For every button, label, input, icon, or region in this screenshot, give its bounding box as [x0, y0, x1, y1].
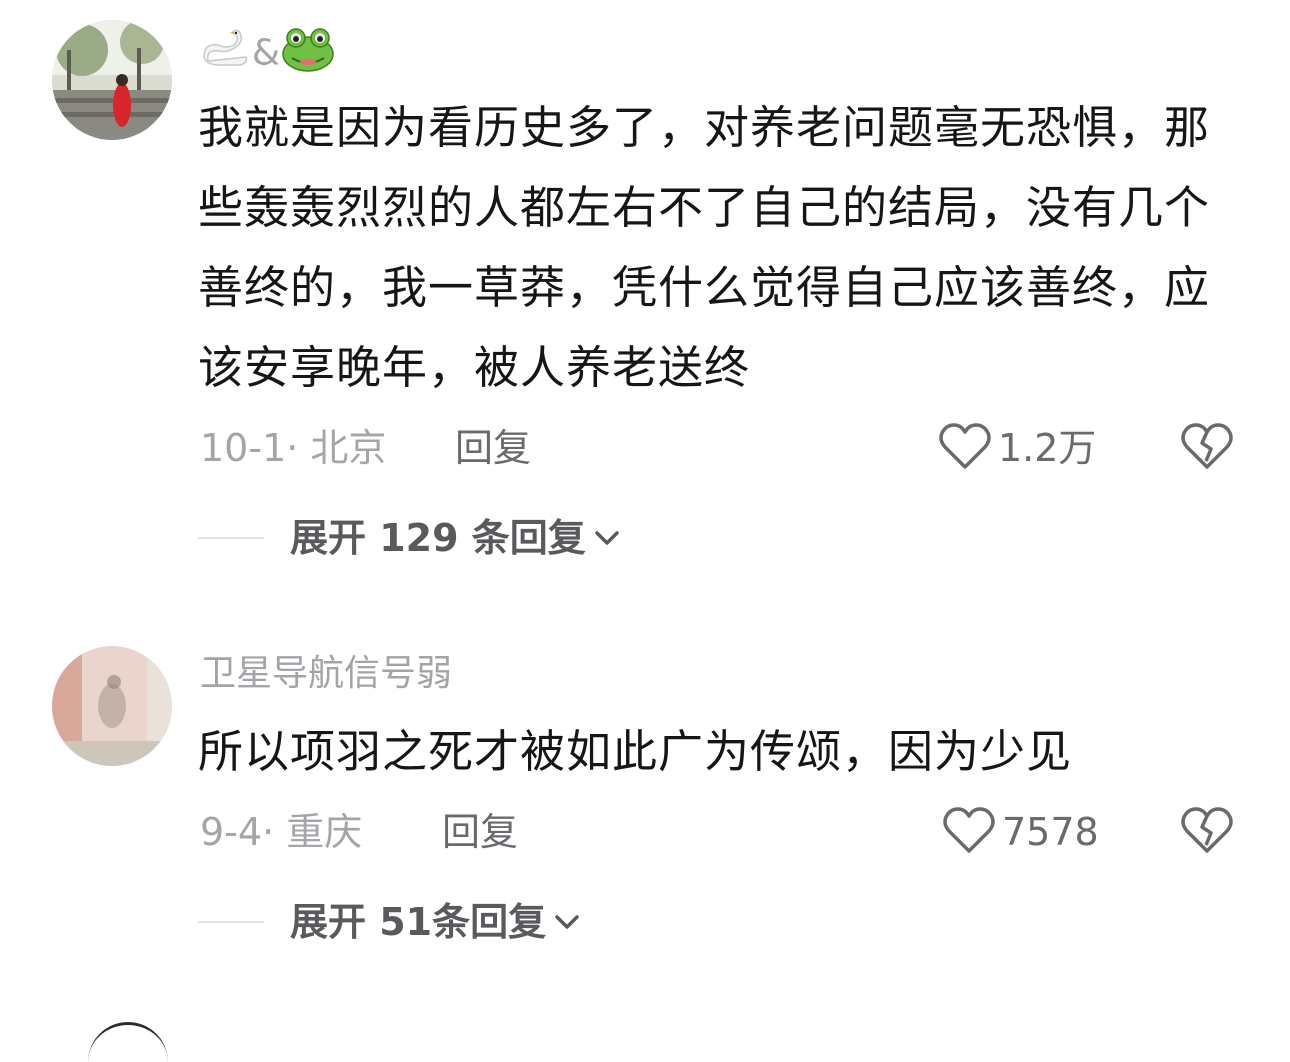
divider — [198, 537, 264, 539]
expand-replies-label: 展开 51条回复 — [290, 900, 547, 944]
date-location: 9-4· 重庆 — [200, 810, 363, 854]
frog-icon — [280, 26, 336, 83]
like-count: 7578 — [1002, 810, 1099, 854]
broken-heart-icon — [1180, 805, 1234, 859]
heart-icon — [938, 421, 992, 475]
swan-icon — [200, 27, 252, 82]
expand-replies-button[interactable]: 展开 51条回复 — [198, 894, 582, 950]
expand-replies-label: 展开 129 条回复 — [290, 516, 586, 560]
next-comment-avatar-partial — [88, 1022, 168, 1062]
comment-text: 所以项羽之死才被如此广为传颂，因为少见 — [198, 725, 1073, 778]
dislike-button[interactable] — [1180, 804, 1234, 860]
avatar[interactable] — [52, 646, 172, 766]
chevron-down-icon — [552, 910, 582, 934]
username[interactable]: 卫星导航信号弱 — [200, 652, 452, 696]
divider — [198, 921, 264, 923]
broken-heart-icon — [1180, 421, 1234, 475]
date-location: 10-1· 北京 — [200, 426, 387, 470]
reply-button[interactable]: 回复 — [455, 420, 531, 476]
avatar-image — [52, 646, 172, 766]
comment-text: 我就是因为看历史多了，对养老问题毫无恐惧，那些轰轰烈烈的人都左右不了自己的结局，… — [198, 101, 1211, 394]
comment-meta: 10-1· 北京 回复 1.2万 — [200, 420, 1240, 476]
dislike-button[interactable] — [1180, 420, 1234, 476]
username-text: & — [252, 32, 281, 74]
expand-replies-button[interactable]: 展开 129 条回复 — [198, 510, 622, 566]
like-count: 1.2万 — [998, 426, 1097, 470]
comment-meta: 9-4· 重庆 回复 7578 — [200, 804, 1240, 860]
avatar-image — [52, 20, 172, 140]
reply-button[interactable]: 回复 — [442, 804, 518, 860]
avatar[interactable] — [52, 20, 172, 140]
chevron-down-icon — [592, 526, 622, 550]
like-button[interactable]: 1.2万 — [938, 420, 1096, 476]
like-button[interactable]: 7578 — [942, 804, 1099, 860]
username[interactable]: & — [200, 26, 336, 83]
heart-icon — [942, 805, 996, 859]
